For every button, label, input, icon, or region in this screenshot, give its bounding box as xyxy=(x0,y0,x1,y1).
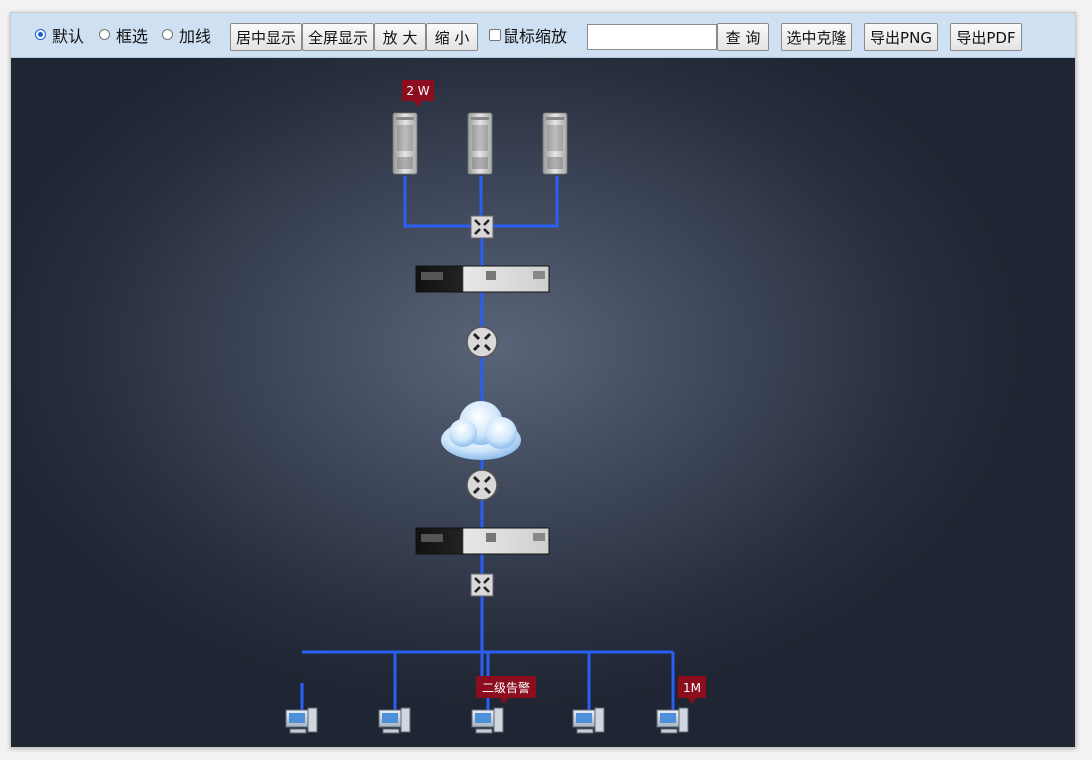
server-node-3[interactable] xyxy=(542,112,568,175)
pc-node-4[interactable] xyxy=(572,707,605,734)
pc-node-1[interactable] xyxy=(285,707,318,734)
mode-default-radio[interactable] xyxy=(35,28,46,40)
bottom-router-node[interactable] xyxy=(466,469,498,501)
export-pdf-button[interactable]: 导出PDF xyxy=(950,23,1022,51)
top-switch-node[interactable] xyxy=(470,215,494,239)
bottom-switch-node[interactable] xyxy=(470,573,494,597)
server-node-2[interactable] xyxy=(467,112,493,175)
pc-node-3[interactable] xyxy=(471,707,504,734)
top-router-node[interactable] xyxy=(466,326,498,358)
fullscreen-button[interactable]: 全屏显示 xyxy=(302,23,374,51)
mode-addline-option[interactable]: 加线 xyxy=(162,13,211,57)
mode-select-radio[interactable] xyxy=(99,28,110,40)
search-button[interactable]: 查 询 xyxy=(717,23,769,51)
mode-select-label: 框选 xyxy=(116,27,149,46)
mode-addline-label: 加线 xyxy=(179,27,212,46)
mouse-zoom-option[interactable]: 鼠标缩放 xyxy=(489,13,567,57)
pc-mid-alarm-badge[interactable]: 二级告警 xyxy=(476,676,536,704)
app-frame: 默认 框选 加线 居中显示 全屏显示 放 大 缩 小 鼠标缩放 查 询 选中克隆… xyxy=(10,12,1076,748)
mode-default-option[interactable]: 默认 xyxy=(35,13,84,57)
zoom-out-button[interactable]: 缩 小 xyxy=(426,23,478,51)
center-button[interactable]: 居中显示 xyxy=(230,23,302,51)
pc-mid-alarm-text: 二级告警 xyxy=(482,680,530,695)
zoom-in-button[interactable]: 放 大 xyxy=(374,23,426,51)
topology-canvas[interactable]: 2 W 二级告警 1M xyxy=(11,58,1075,747)
server-alarm-text: 2 W xyxy=(406,84,429,98)
mode-default-label: 默认 xyxy=(52,27,85,46)
mouse-zoom-checkbox[interactable] xyxy=(489,29,501,41)
cloud-node[interactable] xyxy=(441,401,521,460)
pc-right-alarm-badge[interactable]: 1M xyxy=(678,676,706,704)
clone-selected-button[interactable]: 选中克隆 xyxy=(781,23,852,51)
mouse-zoom-label: 鼠标缩放 xyxy=(503,27,568,46)
server-alarm-badge[interactable]: 2 W xyxy=(402,80,434,107)
pc-right-alarm-text: 1M xyxy=(683,681,701,695)
top-firewall-node[interactable] xyxy=(415,265,550,293)
pc-node-5[interactable] xyxy=(656,707,689,734)
mode-select-option[interactable]: 框选 xyxy=(99,13,148,57)
server-node-1[interactable] xyxy=(392,112,418,175)
pc-node-2[interactable] xyxy=(378,707,411,734)
bottom-firewall-node[interactable] xyxy=(415,527,550,555)
mode-addline-radio[interactable] xyxy=(162,28,173,40)
search-input[interactable] xyxy=(587,24,717,50)
export-png-button[interactable]: 导出PNG xyxy=(864,23,938,51)
toolbar: 默认 框选 加线 居中显示 全屏显示 放 大 缩 小 鼠标缩放 查 询 选中克隆… xyxy=(11,13,1075,58)
